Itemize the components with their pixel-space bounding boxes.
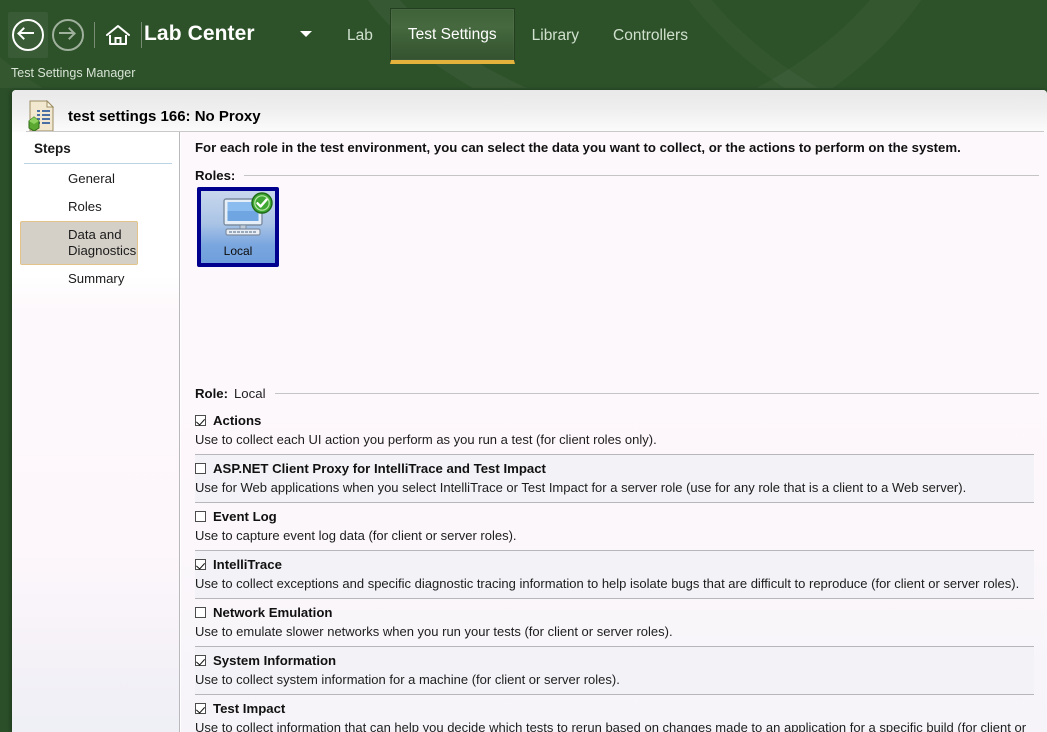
role-tile-label: Local	[223, 244, 253, 258]
home-icon	[106, 25, 130, 45]
diagnostic-row-test-impact[interactable]: Test Impact Use to collect information t…	[195, 695, 1034, 732]
diagnostic-description: Use for Web applications when you select…	[195, 480, 967, 495]
diagnostic-label: Actions	[213, 413, 262, 428]
checkbox-asp-net-client-proxy[interactable]	[195, 463, 206, 474]
diagnostic-label: System Information	[213, 653, 337, 668]
roles-label-rule	[244, 175, 1039, 176]
app-title: Lab Center	[144, 22, 255, 45]
role-value: Local	[233, 386, 266, 401]
role-label-rule	[274, 393, 1039, 394]
diagnostic-description: Use to emulate slower networks when you …	[195, 624, 673, 639]
arrow-left-circle-icon	[12, 19, 44, 51]
steps-list: General Roles Data and Diagnostics Summa…	[12, 165, 180, 293]
role-label-text: Role:	[195, 386, 228, 401]
sidebar-item-data-and-diagnostics[interactable]: Data and Diagnostics	[20, 221, 138, 265]
diagnostic-description: Use to capture event log data (for clien…	[195, 528, 517, 543]
checkbox-intellitrace[interactable]	[195, 559, 206, 570]
diagnostic-label: Network Emulation	[213, 605, 333, 620]
forward-button[interactable]	[48, 12, 88, 58]
diagnostic-description: Use to collect each UI action you perfor…	[195, 432, 657, 447]
page-title: test settings 166: No Proxy	[68, 107, 261, 125]
header-subtitle: Test Settings Manager	[11, 66, 136, 80]
diagnostic-description: Use to collect exceptions and specific d…	[195, 576, 1020, 591]
checkbox-network-emulation[interactable]	[195, 607, 206, 618]
diagnostic-label: Test Impact	[213, 701, 286, 716]
diagnostic-label: IntelliTrace	[213, 557, 282, 572]
diagnostic-description: Use to collect information that can help…	[195, 720, 1027, 732]
diagnostic-row-network-emulation[interactable]: Network Emulation Use to emulate slower …	[195, 599, 1034, 647]
diagnostic-row-system-information[interactable]: System Information Use to collect system…	[195, 647, 1034, 695]
diagnostics-list: Actions Use to collect each UI action yo…	[195, 407, 1034, 732]
tab-controllers[interactable]: Controllers	[596, 8, 705, 64]
diagnostic-row-asp-net-client-proxy[interactable]: ASP.NET Client Proxy for IntelliTrace an…	[195, 455, 1034, 503]
checkbox-system-information[interactable]	[195, 655, 206, 666]
content-card: test settings 166: No Proxy Steps Genera…	[12, 90, 1047, 732]
role-section-label: Role: Local	[195, 386, 1047, 401]
intro-text: For each role in the test environment, y…	[195, 140, 961, 155]
diagnostic-label: ASP.NET Client Proxy for IntelliTrace an…	[213, 461, 546, 476]
test-settings-document-icon	[28, 100, 55, 132]
diagnostic-row-actions[interactable]: Actions Use to collect each UI action yo…	[195, 407, 1034, 455]
tab-library[interactable]: Library	[515, 8, 596, 64]
chevron-down-icon[interactable]	[300, 31, 312, 37]
roles-section-label: Roles:	[195, 168, 1047, 183]
role-tile-local[interactable]: Local	[197, 187, 279, 267]
sidebar-item-general[interactable]: General	[20, 165, 172, 193]
nav-divider-2	[141, 22, 142, 48]
steps-sidebar: Steps General Roles Data and Diagnostics…	[12, 132, 180, 732]
checkbox-actions[interactable]	[195, 415, 206, 426]
steps-heading: Steps	[34, 141, 71, 156]
diagnostic-row-intellitrace[interactable]: IntelliTrace Use to collect exceptions a…	[195, 551, 1034, 599]
roles-label-text: Roles:	[195, 168, 236, 183]
sidebar-item-summary[interactable]: Summary	[20, 265, 172, 293]
green-check-badge-icon	[251, 192, 273, 214]
tab-lab[interactable]: Lab	[330, 8, 390, 64]
steps-divider	[24, 163, 172, 164]
body-area: Steps General Roles Data and Diagnostics…	[12, 132, 1047, 732]
roles-strip: Local	[197, 187, 279, 271]
home-button[interactable]	[101, 18, 135, 52]
document-title-row: test settings 166: No Proxy	[26, 98, 261, 134]
sidebar-item-roles[interactable]: Roles	[20, 193, 172, 221]
lab-center-window: Lab Center Lab Test Settings Library Con…	[0, 0, 1047, 732]
back-button[interactable]	[8, 12, 48, 58]
main-content: For each role in the test environment, y…	[181, 132, 1047, 732]
diagnostic-description: Use to collect system information for a …	[195, 672, 620, 687]
checkbox-test-impact[interactable]	[195, 703, 206, 714]
checkbox-event-log[interactable]	[195, 511, 206, 522]
nav-divider	[94, 22, 95, 48]
app-header-band: Lab Center Lab Test Settings Library Con…	[0, 0, 1047, 88]
tab-test-settings[interactable]: Test Settings	[389, 8, 515, 64]
arrow-right-circle-icon	[52, 19, 84, 51]
main-tabs: Lab Test Settings Library Controllers	[330, 8, 705, 64]
diagnostic-row-event-log[interactable]: Event Log Use to capture event log data …	[195, 503, 1034, 551]
navigation-buttons	[8, 12, 148, 58]
diagnostic-label: Event Log	[213, 509, 277, 524]
